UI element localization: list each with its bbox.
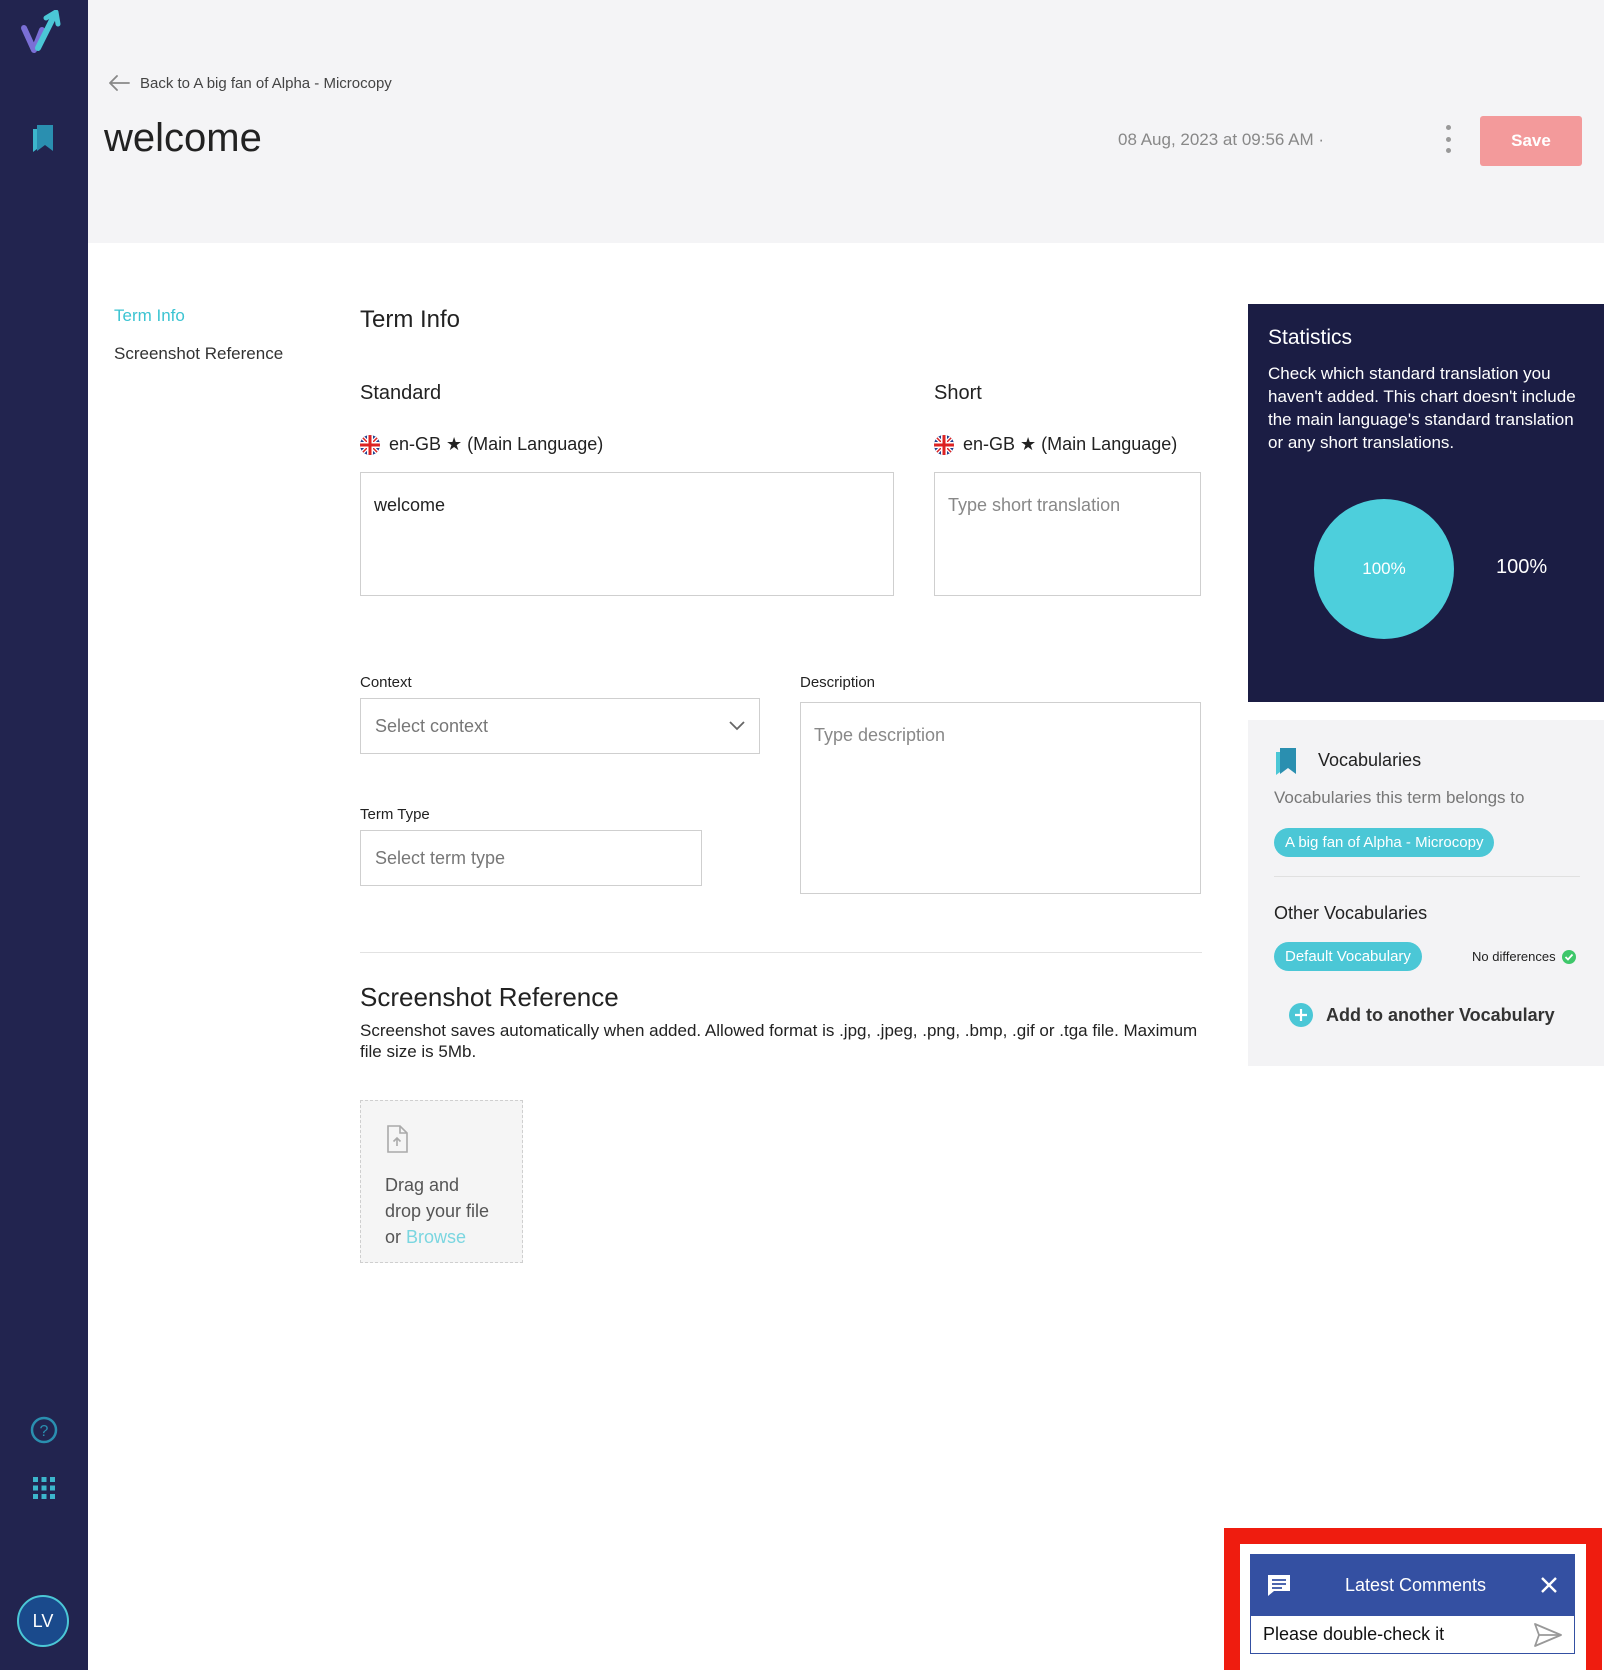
close-icon[interactable] — [1539, 1575, 1559, 1595]
short-translation-input[interactable] — [934, 472, 1201, 596]
chevron-down-icon — [729, 721, 745, 731]
vocabulary-status: No differences — [1472, 949, 1576, 964]
short-language-label: en-GB ★ (Main Language) — [963, 434, 1178, 454]
section-divider — [360, 952, 1202, 953]
standard-language-label: en-GB ★ (Main Language) — [389, 434, 604, 454]
other-vocabulary-tag[interactable]: Default Vocabulary — [1274, 942, 1422, 971]
term-info-heading: Term Info — [360, 306, 461, 333]
standard-label: Standard — [360, 382, 442, 404]
vocabularies-divider — [1274, 876, 1580, 877]
description-input[interactable] — [800, 702, 1201, 894]
back-link[interactable]: Back to A big fan of Alpha - Microcopy — [108, 74, 392, 92]
vocabulary-bookmark-icon[interactable] — [24, 118, 64, 158]
uk-flag-icon — [934, 434, 954, 455]
page-title: welcome — [104, 116, 262, 160]
screenshot-reference-heading: Screenshot Reference — [360, 982, 619, 1012]
back-link-label: Back to A big fan of Alpha - Microcopy — [140, 74, 392, 92]
vocabularies-panel: Vocabularies Vocabularies this term belo… — [1248, 720, 1604, 1066]
short-language: en-GB ★ (Main Language) — [934, 434, 1177, 455]
latest-comments-title: Latest Comments — [1344, 1574, 1487, 1595]
context-select[interactable]: Select context — [360, 698, 760, 754]
check-circle-icon — [1561, 949, 1576, 964]
more-options-icon[interactable] — [1438, 125, 1458, 153]
term-type-select[interactable]: Select term type — [360, 830, 702, 886]
send-icon[interactable] — [1534, 1622, 1562, 1647]
nav-item-screenshot-reference[interactable]: Screenshot Reference — [114, 344, 283, 364]
latest-comments-header: Latest Comments — [1250, 1554, 1575, 1616]
context-label: Context — [360, 674, 412, 691]
page-header: Back to A big fan of Alpha - Microcopy w… — [88, 0, 1604, 243]
app-logo-icon[interactable] — [20, 9, 66, 54]
other-vocabularies-title: Other Vocabularies — [1274, 903, 1428, 923]
statistics-panel: Statistics Check which standard translat… — [1248, 304, 1604, 702]
help-icon[interactable]: ? — [24, 1410, 64, 1450]
term-type-placeholder: Select term type — [375, 847, 506, 868]
nav-item-term-info[interactable]: Term Info — [114, 306, 283, 326]
last-modified-timestamp: 08 Aug, 2023 at 09:56 AM · — [1118, 130, 1325, 149]
comment-icon — [1268, 1575, 1290, 1596]
standard-translation-input[interactable]: welcome — [360, 472, 894, 596]
latest-comments-highlight: Latest Comments — [1224, 1528, 1602, 1670]
apps-grid-icon[interactable] — [24, 1468, 64, 1508]
screenshot-description: Screenshot saves automatically when adde… — [360, 1021, 1198, 1061]
short-label: Short — [934, 382, 982, 404]
svg-text:?: ? — [40, 1423, 49, 1440]
plus-circle-icon — [1289, 1003, 1313, 1027]
uk-flag-icon — [360, 434, 380, 455]
statistics-title: Statistics — [1268, 326, 1353, 349]
sidebar: ? LV — [0, 0, 88, 1670]
screenshot-dropzone[interactable]: Drag and drop your file or Browse — [360, 1100, 523, 1263]
browse-link[interactable]: Browse — [406, 1227, 466, 1247]
vocabularies-title: Vocabularies — [1318, 750, 1422, 770]
statistics-pie-slice: 100% — [1314, 499, 1454, 639]
vocabularies-subtitle: Vocabularies this term belongs to — [1274, 788, 1525, 807]
comment-input[interactable] — [1263, 1624, 1534, 1645]
pie-legend-value: 100% — [1496, 556, 1548, 578]
add-vocabulary-button[interactable]: Add to another Vocabulary — [1288, 1002, 1555, 1028]
current-vocabulary-tag[interactable]: A big fan of Alpha - Microcopy — [1274, 828, 1495, 857]
user-avatar[interactable]: LV — [17, 1595, 69, 1647]
statistics-description: Check which standard translation you hav… — [1268, 364, 1576, 452]
term-type-label: Term Type — [360, 806, 430, 823]
vocabulary-bookmark-icon — [1276, 748, 1296, 775]
context-placeholder: Select context — [375, 715, 489, 736]
add-vocabulary-label: Add to another Vocabulary — [1326, 1004, 1555, 1025]
save-button[interactable]: Save — [1480, 116, 1582, 166]
standard-language: en-GB ★ (Main Language) — [360, 434, 603, 455]
description-label: Description — [800, 674, 876, 691]
file-upload-icon — [387, 1125, 408, 1153]
section-nav: Term Info Screenshot Reference — [114, 306, 283, 382]
vocabulary-status-label: No differences — [1472, 949, 1556, 964]
comment-input-row — [1250, 1616, 1575, 1654]
pie-slice-label: 100% — [1362, 559, 1406, 578]
arrow-left-icon — [109, 75, 130, 91]
